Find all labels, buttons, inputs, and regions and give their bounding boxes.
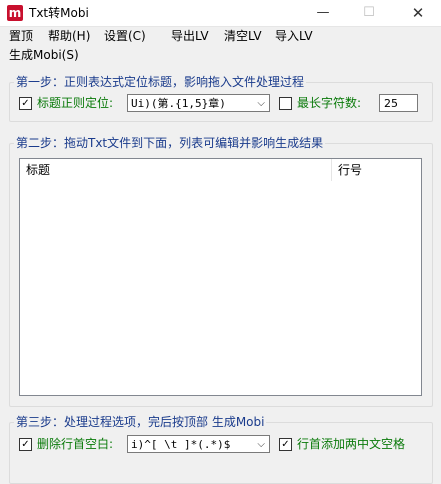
step3-title: 第三步：处理过程选项，完后按顶部 生成Mobi bbox=[14, 415, 267, 429]
chapter-listview[interactable]: 标题 行号 bbox=[19, 158, 422, 396]
menu-pin-on-top[interactable]: 置顶 bbox=[9, 28, 33, 44]
window-title: Txt转Mobi bbox=[29, 6, 89, 20]
trim-label: 删除行首空白: bbox=[37, 437, 114, 451]
regex-select[interactable]: Ui)(第.{1,5}章) ⌵ bbox=[127, 94, 270, 112]
menu-settings[interactable]: 设置(C) bbox=[104, 28, 146, 44]
column-header-line[interactable]: 行号 bbox=[332, 159, 421, 181]
maxlen-input[interactable]: 25 bbox=[379, 94, 418, 112]
column-header-title[interactable]: 标题 bbox=[20, 159, 332, 181]
step1-group: 第一步：正则表达式定位标题，影响拖入文件处理过程 ✓ 标题正则定位: Ui)(第… bbox=[9, 75, 433, 122]
maxlen-checkbox[interactable] bbox=[279, 97, 292, 110]
menu-bar: 置顶 帮助(H) 设置(C) 导出LV 清空LV 导入LV 生成Mobi(S) bbox=[0, 26, 441, 66]
minimize-button[interactable]: — bbox=[300, 0, 346, 26]
trim-value: i)^[ \t ]*(.*)$ bbox=[131, 438, 231, 451]
trim-checkbox[interactable]: ✓ bbox=[19, 438, 32, 451]
menu-export-lv[interactable]: 导出LV bbox=[171, 28, 209, 44]
trim-select[interactable]: i)^[ \t ]*(.*)$ ⌵ bbox=[127, 435, 270, 453]
step1-title: 第一步：正则表达式定位标题，影响拖入文件处理过程 bbox=[14, 75, 307, 89]
menu-generate-mobi[interactable]: 生成Mobi(S) bbox=[9, 47, 79, 63]
regex-checkbox[interactable]: ✓ bbox=[19, 97, 32, 110]
chevron-down-icon: ⌵ bbox=[257, 439, 265, 450]
regex-value: Ui)(第.{1,5}章) bbox=[131, 97, 226, 110]
step3-group: 第三步：处理过程选项，完后按顶部 生成Mobi ✓ 删除行首空白: i)^[ \… bbox=[9, 415, 433, 484]
menu-clear-lv[interactable]: 清空LV bbox=[224, 28, 262, 44]
maxlen-label: 最长字符数: bbox=[297, 96, 362, 110]
menu-import-lv[interactable]: 导入LV bbox=[275, 28, 313, 44]
step2-group: 第二步：拖动Txt文件到下面，列表可编辑并影响生成结果 标题 行号 bbox=[9, 136, 433, 407]
indent-label: 行首添加两中文空格 bbox=[297, 437, 406, 451]
app-icon: m bbox=[7, 5, 23, 21]
close-button[interactable]: ✕ bbox=[395, 0, 441, 26]
maximize-button[interactable]: ☐ bbox=[346, 0, 392, 26]
chevron-down-icon: ⌵ bbox=[257, 98, 265, 109]
title-bar[interactable]: m Txt转Mobi — ☐ ✕ bbox=[0, 0, 441, 27]
indent-checkbox[interactable]: ✓ bbox=[279, 438, 292, 451]
regex-label: 标题正则定位: bbox=[37, 96, 114, 110]
step2-title: 第二步：拖动Txt文件到下面，列表可编辑并影响生成结果 bbox=[14, 136, 326, 150]
menu-help[interactable]: 帮助(H) bbox=[48, 28, 90, 44]
